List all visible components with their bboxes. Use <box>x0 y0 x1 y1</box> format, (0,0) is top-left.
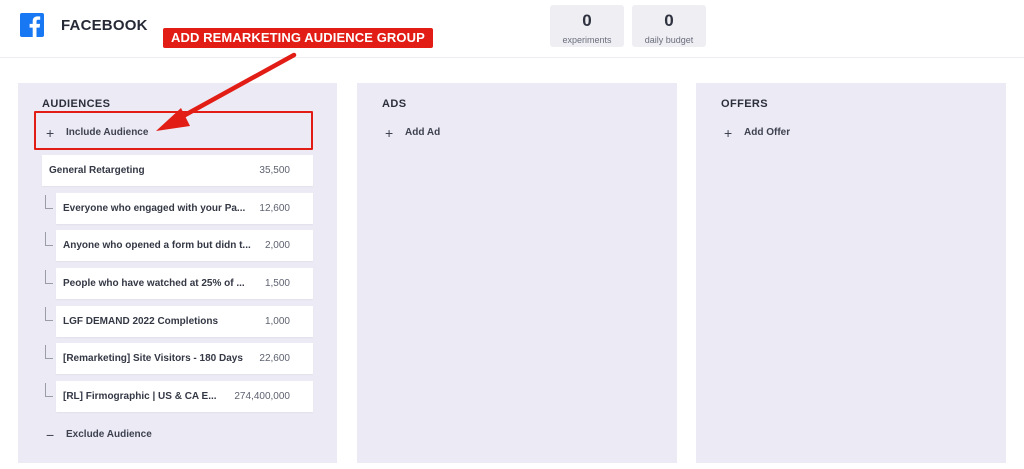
audience-size: 35,500 <box>259 165 290 176</box>
plus-icon: + <box>385 124 394 141</box>
audience-name: Everyone who engaged with your Pa... <box>63 203 246 214</box>
daily-budget-stat: 0 daily budget <box>632 5 706 47</box>
audience-item[interactable]: Everyone who engaged with your Pa... 12,… <box>56 193 313 224</box>
audience-size: 274,400,000 <box>234 391 290 402</box>
audience-item[interactable]: People who have watched at 25% of ... 1,… <box>56 268 313 299</box>
tree-connector <box>45 270 53 284</box>
audience-size: 1,000 <box>264 316 290 327</box>
audience-group-item[interactable]: General Retargeting 35,500 <box>42 155 313 186</box>
offers-title: OFFERS <box>721 98 769 110</box>
annotation-callout: ADD REMARKETING AUDIENCE GROUP <box>163 28 433 48</box>
exclude-audience-button[interactable]: − Exclude Audience <box>46 426 152 443</box>
ads-title: ADS <box>382 98 407 110</box>
audience-name: [Remarketing] Site Visitors - 180 Days <box>63 353 243 364</box>
audience-item[interactable]: Anyone who opened a form but didn t... 2… <box>56 230 313 261</box>
tree-connector <box>45 307 53 321</box>
facebook-icon <box>20 13 44 37</box>
offers-column: OFFERS + Add Offer <box>696 83 1006 463</box>
audience-size: 22,600 <box>259 353 290 364</box>
audience-size: 12,600 <box>259 203 290 214</box>
audience-size: 1,500 <box>264 278 290 289</box>
tree-connector <box>45 383 53 397</box>
daily-budget-value: 0 <box>664 11 674 30</box>
daily-budget-label: daily budget <box>644 35 694 45</box>
ads-column: ADS + Add Ad <box>357 83 677 463</box>
include-audience-highlight <box>34 111 313 150</box>
audience-name: Anyone who opened a form but didn t... <box>63 240 251 251</box>
add-offer-button[interactable]: + Add Offer <box>724 124 791 141</box>
page: FACEBOOK 0 experiments 0 daily budget AU… <box>0 0 1024 469</box>
exclude-audience-label: Exclude Audience <box>66 429 152 440</box>
experiments-stat: 0 experiments <box>550 5 624 47</box>
experiments-count: 0 <box>582 11 592 30</box>
audience-name: General Retargeting <box>49 165 145 176</box>
add-ad-label: Add Ad <box>405 127 441 138</box>
audience-size: 2,000 <box>264 240 290 251</box>
add-offer-label: Add Offer <box>744 127 791 138</box>
tree-connector <box>45 232 53 246</box>
audiences-title: AUDIENCES <box>42 98 111 110</box>
audience-item[interactable]: LGF DEMAND 2022 Completions 1,000 <box>56 306 313 337</box>
page-title: FACEBOOK <box>61 17 148 34</box>
audience-name: People who have watched at 25% of ... <box>63 278 245 289</box>
header: FACEBOOK 0 experiments 0 daily budget <box>0 0 1024 58</box>
tree-connector <box>45 345 53 359</box>
add-ad-button[interactable]: + Add Ad <box>385 124 441 141</box>
audience-name: [RL] Firmographic | US & CA E... <box>63 391 217 402</box>
audience-item[interactable]: [RL] Firmographic | US & CA E... 274,400… <box>56 381 313 412</box>
audience-item[interactable]: [Remarketing] Site Visitors - 180 Days 2… <box>56 343 313 374</box>
plus-icon: + <box>724 124 733 141</box>
tree-connector <box>45 195 53 209</box>
minus-icon: − <box>46 426 55 443</box>
audience-name: LGF DEMAND 2022 Completions <box>63 316 219 327</box>
experiments-label: experiments <box>562 35 612 45</box>
